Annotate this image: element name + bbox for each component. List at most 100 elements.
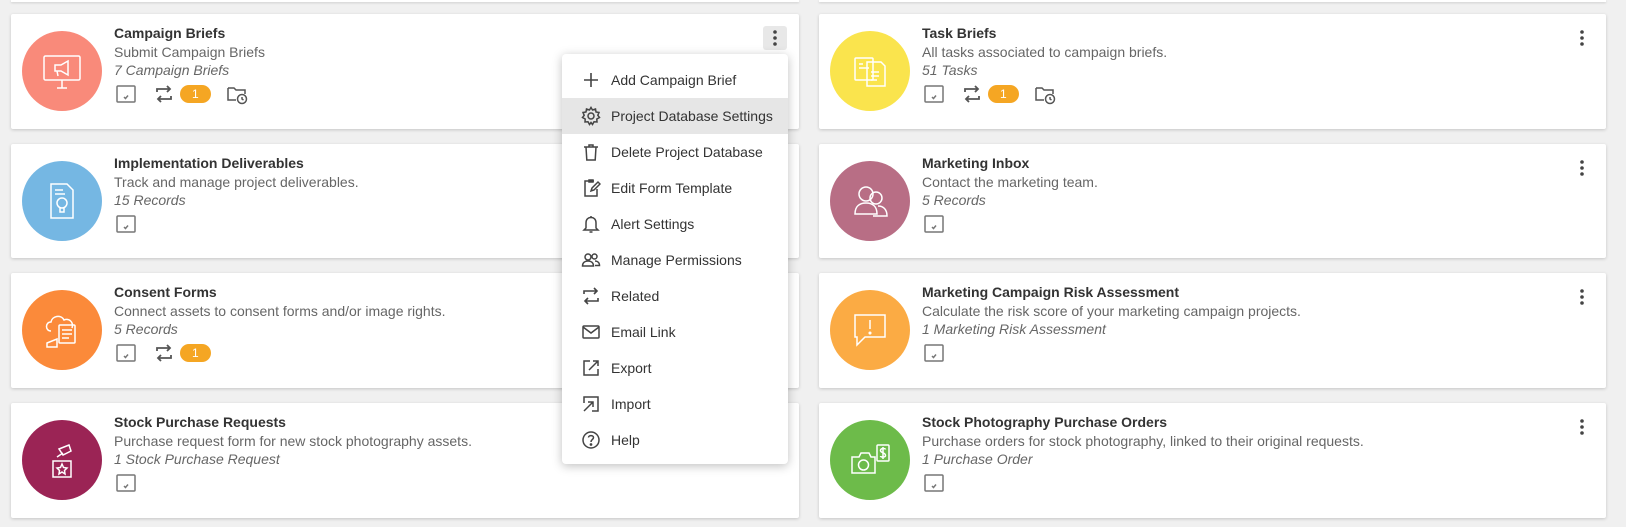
card-record-count[interactable]: 7 Campaign Briefs xyxy=(114,62,229,78)
card-subtitle: Contact the marketing team. xyxy=(922,174,1098,190)
card-actions xyxy=(114,212,152,236)
menu-item-label: Alert Settings xyxy=(611,216,695,232)
card-record-count[interactable]: 1 Marketing Risk Assessment xyxy=(922,321,1106,337)
menu-item-label: Email Link xyxy=(611,324,676,340)
card-actions xyxy=(922,212,960,236)
related-count-badge[interactable]: 1 xyxy=(180,85,211,103)
card-subtitle: Purchase request form for new stock phot… xyxy=(114,433,472,449)
card-menu-button[interactable] xyxy=(1570,415,1594,439)
card-actions: 1 xyxy=(114,82,263,106)
add-record-icon[interactable] xyxy=(922,471,946,495)
menu-item-export[interactable]: Export xyxy=(562,350,788,386)
menu-item-delete-project-database[interactable]: Delete Project Database xyxy=(562,134,788,170)
kebab-icon xyxy=(1580,30,1584,46)
related-icon[interactable] xyxy=(152,82,176,106)
menu-item-label: Delete Project Database xyxy=(611,144,763,160)
card-record-count[interactable]: 5 Records xyxy=(922,192,986,208)
card-subtitle: All tasks associated to campaign briefs. xyxy=(922,44,1168,60)
card-task-briefs[interactable]: Task Briefs All tasks associated to camp… xyxy=(819,14,1606,129)
add-record-icon[interactable] xyxy=(114,341,138,365)
card-title[interactable]: Implementation Deliverables xyxy=(114,155,304,171)
chat-alert-icon xyxy=(854,314,886,347)
add-record-icon[interactable] xyxy=(922,341,946,365)
card-menu-button[interactable] xyxy=(763,26,787,50)
menu-item-label: Add Campaign Brief xyxy=(611,72,737,88)
folder-sync-icon[interactable] xyxy=(1033,82,1057,106)
campaign-briefs-avatar xyxy=(22,31,102,111)
add-record-icon[interactable] xyxy=(114,82,138,106)
card-title[interactable]: Stock Photography Purchase Orders xyxy=(922,414,1167,430)
card-actions xyxy=(922,341,960,365)
related-count-badge[interactable]: 1 xyxy=(988,85,1019,103)
stock-purchase-requests-avatar xyxy=(22,420,102,500)
card-subtitle: Track and manage project deliverables. xyxy=(114,174,359,190)
related-icon[interactable] xyxy=(152,341,176,365)
folder-sync-icon[interactable] xyxy=(225,82,249,106)
card-title[interactable]: Task Briefs xyxy=(922,25,996,41)
stock-photography-orders-avatar xyxy=(830,420,910,500)
card-menu-button[interactable] xyxy=(1570,285,1594,309)
monitor-megaphone-icon xyxy=(43,55,81,89)
trash-icon xyxy=(580,141,602,163)
add-record-icon[interactable] xyxy=(114,471,138,495)
menu-item-manage-permissions[interactable]: Manage Permissions xyxy=(562,242,788,278)
card-actions xyxy=(114,471,152,495)
card-record-count[interactable]: 51 Tasks xyxy=(922,62,978,78)
cloud-document-icon xyxy=(45,315,76,348)
card-record-count[interactable]: 15 Records xyxy=(114,192,186,208)
card-stock-photography-purchase-orders[interactable]: Stock Photography Purchase Orders Purcha… xyxy=(819,403,1606,518)
menu-item-help[interactable]: Help xyxy=(562,422,788,458)
bell-icon xyxy=(580,213,602,235)
add-record-icon[interactable] xyxy=(114,212,138,236)
card-menu-button[interactable] xyxy=(1570,156,1594,180)
card-actions: 1 xyxy=(114,341,225,365)
edit-form-icon xyxy=(580,177,602,199)
card-title[interactable]: Stock Purchase Requests xyxy=(114,414,286,430)
kebab-icon xyxy=(1580,160,1584,176)
menu-item-edit-form-template[interactable]: Edit Form Template xyxy=(562,170,788,206)
menu-item-related[interactable]: Related xyxy=(562,278,788,314)
card-context-menu: Add Campaign Brief Project Database Sett… xyxy=(562,54,788,464)
consent-forms-avatar xyxy=(22,290,102,370)
menu-item-project-database-settings[interactable]: Project Database Settings xyxy=(562,98,788,134)
export-icon xyxy=(580,357,602,379)
related-count-badge[interactable]: 1 xyxy=(180,344,211,362)
menu-item-label: Edit Form Template xyxy=(611,180,733,196)
card-menu-button[interactable] xyxy=(1570,26,1594,50)
menu-item-label: Project Database Settings xyxy=(611,108,773,124)
card-title[interactable]: Campaign Briefs xyxy=(114,25,225,41)
card-subtitle: Submit Campaign Briefs xyxy=(114,44,265,60)
menu-item-email-link[interactable]: Email Link xyxy=(562,314,788,350)
card-subtitle: Connect assets to consent forms and/or i… xyxy=(114,303,446,319)
related-icon[interactable] xyxy=(960,82,984,106)
help-icon xyxy=(580,429,602,451)
hand-star-icon xyxy=(52,444,72,478)
marketing-inbox-avatar xyxy=(830,161,910,241)
menu-item-label: Import xyxy=(611,396,651,412)
people-icon xyxy=(580,249,602,271)
import-icon xyxy=(580,393,602,415)
kebab-icon xyxy=(1580,289,1584,305)
card-subtitle: Calculate the risk score of your marketi… xyxy=(922,303,1301,319)
add-record-icon[interactable] xyxy=(922,212,946,236)
card-title[interactable]: Consent Forms xyxy=(114,284,217,300)
risk-assessment-avatar xyxy=(830,290,910,370)
card-record-count[interactable]: 5 Records xyxy=(114,321,178,337)
documents-icon xyxy=(854,57,886,87)
implementation-deliverables-avatar xyxy=(22,161,102,241)
kebab-icon xyxy=(1580,419,1584,435)
card-record-count[interactable]: 1 Purchase Order xyxy=(922,451,1033,467)
menu-item-label: Manage Permissions xyxy=(611,252,742,268)
card-record-count[interactable]: 1 Stock Purchase Request xyxy=(114,451,280,467)
card-subtitle: Purchase orders for stock photography, l… xyxy=(922,433,1364,449)
document-lightbulb-icon xyxy=(50,183,74,219)
card-marketing-campaign-risk-assessment[interactable]: Marketing Campaign Risk Assessment Calcu… xyxy=(819,273,1606,388)
card-title[interactable]: Marketing Inbox xyxy=(922,155,1029,171)
kebab-icon xyxy=(773,30,777,46)
add-record-icon[interactable] xyxy=(922,82,946,106)
card-marketing-inbox[interactable]: Marketing Inbox Contact the marketing te… xyxy=(819,144,1606,258)
card-title[interactable]: Marketing Campaign Risk Assessment xyxy=(922,284,1179,300)
menu-item-add-campaign-brief[interactable]: Add Campaign Brief xyxy=(562,62,788,98)
menu-item-alert-settings[interactable]: Alert Settings xyxy=(562,206,788,242)
menu-item-import[interactable]: Import xyxy=(562,386,788,422)
